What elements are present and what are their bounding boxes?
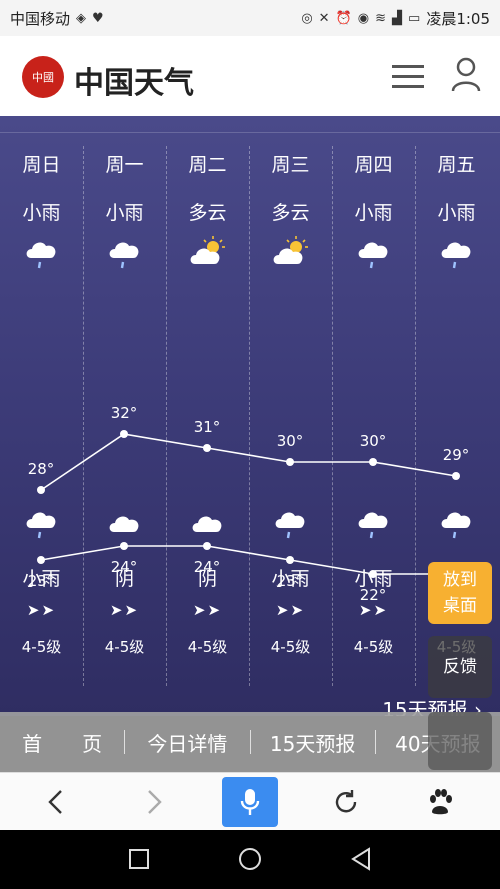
temperature-chart: 28°32°31°30°30°29°23°24°24°23°22°22° <box>28 404 470 604</box>
forecast-panel: 周日 小雨 小雨 ➤➤ 4-5级 周一 小雨阴 ➤➤ 4-5级 周二 多云阴 ➤➤ 4-5级 周三 多云 小雨… <box>0 116 500 716</box>
clock-label: 凌晨1:05 <box>426 10 490 28</box>
carrier-label: 中国移动 <box>10 10 71 28</box>
back-triangle-icon[interactable] <box>346 844 376 874</box>
eye-icon: ◉ <box>357 11 370 26</box>
floating-panel[interactable] <box>428 712 492 770</box>
feedback-button[interactable]: 反馈 <box>428 636 492 698</box>
high-temp-point <box>369 458 377 466</box>
menu-icon[interactable] <box>390 60 426 92</box>
site-logo-text[interactable]: 中国天气 <box>74 58 194 102</box>
nav-home[interactable]: 首 页 <box>0 728 124 757</box>
high-temp-label: 30° <box>277 432 304 450</box>
low-temp-line <box>40 545 456 575</box>
low-temp-point <box>286 556 294 564</box>
high-temp-label: 32° <box>111 404 138 422</box>
low-temp-label: 24° <box>194 558 221 576</box>
logo-seal-icon[interactable]: 中國 <box>22 56 64 98</box>
voice-search-button[interactable] <box>222 777 278 827</box>
high-temp-label: 31° <box>194 418 221 436</box>
home-icon[interactable] <box>235 844 265 874</box>
low-temp-label: 23° <box>277 572 304 590</box>
high-temp-label: 29° <box>443 446 470 464</box>
status-bar: 中国移动 ◈ ♥ ◎ ✕ ⏰ ◉ ≋ ▟ ▭ 凌晨1:05 <box>0 0 500 36</box>
nav-today-detail[interactable]: 今日详情 <box>125 728 249 757</box>
health-icon: ♥ <box>92 11 104 26</box>
low-temp-point <box>120 542 128 550</box>
high-temp-point <box>203 444 211 452</box>
high-temp-point <box>452 472 460 480</box>
mute-icon: ✕ <box>318 11 330 26</box>
high-temp-point <box>37 486 45 494</box>
high-temp-label: 28° <box>28 460 55 478</box>
battery-icon: ▭ <box>408 11 421 26</box>
high-temp-point <box>120 430 128 438</box>
pin-label-2: 桌面 <box>443 596 477 616</box>
recent-apps-icon[interactable] <box>124 844 154 874</box>
wifi-icon: ≋ <box>375 11 387 26</box>
high-temp-label: 30° <box>360 432 387 450</box>
high-temp-line <box>40 433 457 491</box>
pin-to-desktop-button[interactable]: 放到 桌面 <box>428 562 492 624</box>
low-temp-label: 24° <box>111 558 138 576</box>
nfc-icon: ◎ <box>301 11 313 26</box>
low-temp-label: 23° <box>28 572 55 590</box>
logo-seal-text: 中國 <box>32 70 54 84</box>
low-temp-point <box>37 556 45 564</box>
user-icon[interactable] <box>450 56 482 92</box>
refresh-icon[interactable] <box>318 773 374 831</box>
system-nav-bar <box>0 830 500 889</box>
back-arrow-icon[interactable] <box>28 773 84 831</box>
high-temp-point <box>286 458 294 466</box>
pin-label-1: 放到 <box>443 570 477 590</box>
microphone-icon <box>240 789 260 815</box>
nav-15-day[interactable]: 15天预报 <box>251 728 375 757</box>
alarm-icon: ⏰ <box>335 11 352 26</box>
site-header: 中國 中国天气 <box>0 36 500 116</box>
bottom-nav: 首 页 今日详情 15天预报 40天预报 <box>0 712 500 772</box>
forward-arrow-icon[interactable] <box>126 773 182 831</box>
signal-icon: ▟ <box>392 11 403 26</box>
low-temp-point <box>369 570 377 578</box>
browser-toolbar <box>0 772 500 830</box>
low-temp-label: 22° <box>360 586 387 604</box>
data-saver-icon: ◈ <box>76 11 87 26</box>
feedback-label: 反馈 <box>443 657 477 677</box>
baidu-paw-icon[interactable] <box>412 773 468 831</box>
low-temp-point <box>203 542 211 550</box>
